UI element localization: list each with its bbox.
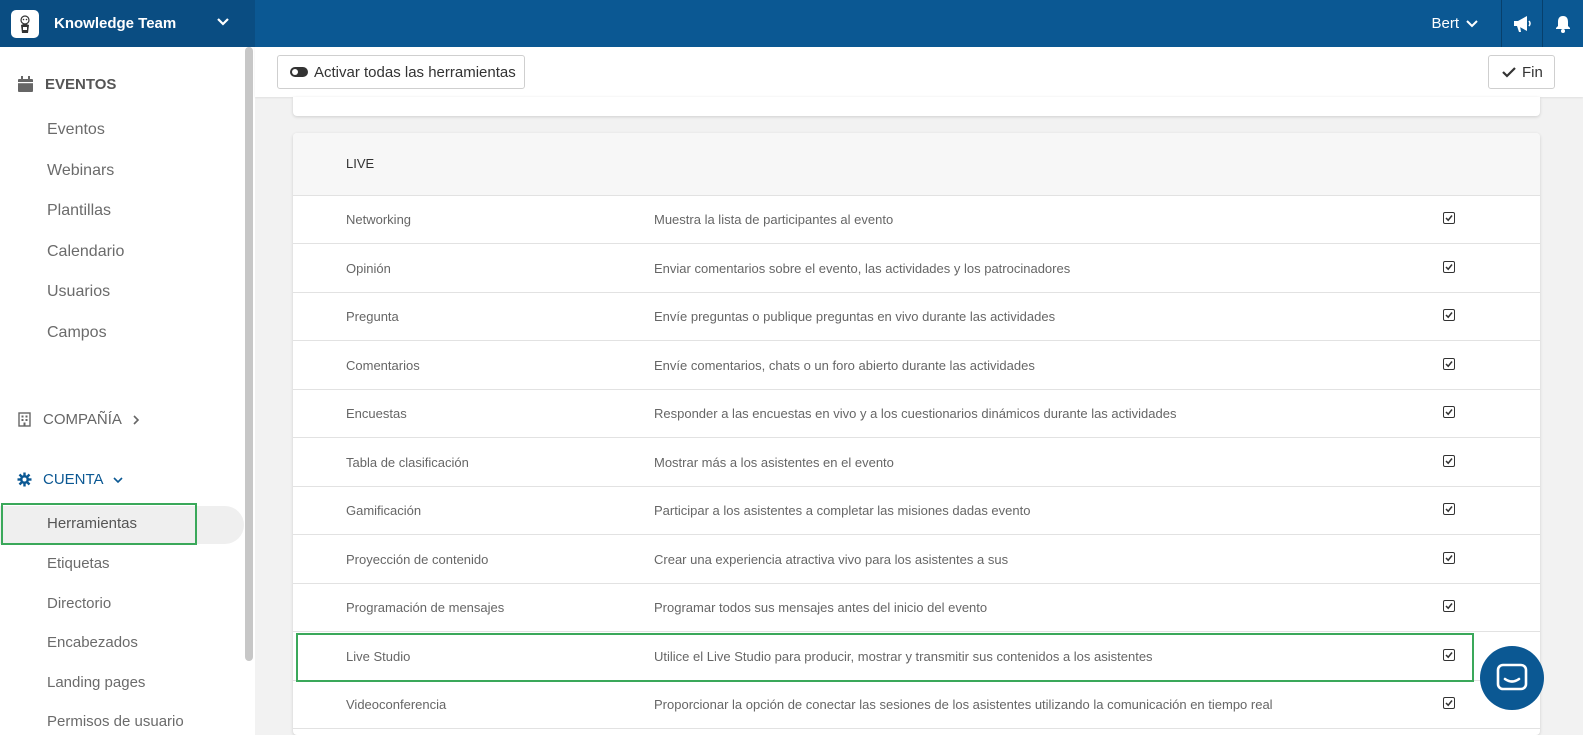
tool-description: Crear una experiencia atractiva vivo par… bbox=[654, 551, 1009, 567]
tool-row: Opinión Enviar comentarios sobre el event… bbox=[293, 245, 1540, 293]
chevron-down-icon bbox=[1466, 19, 1478, 27]
sidebar-item-permisos[interactable]: Permisos de usuario bbox=[47, 713, 184, 730]
team-switcher[interactable]: Knowledge Team bbox=[0, 0, 255, 47]
tool-description: Responder a las encuestas en vivo y a lo… bbox=[654, 406, 1177, 421]
tool-name: Programación de mensajes bbox=[346, 600, 505, 615]
fin-button[interactable]: Fin bbox=[1488, 55, 1555, 89]
section-title: LIVE bbox=[346, 156, 375, 171]
user-name: Bert bbox=[1431, 15, 1459, 32]
building-icon bbox=[18, 412, 31, 427]
calendar-icon bbox=[18, 76, 33, 92]
fin-label: Fin bbox=[1522, 63, 1543, 81]
sidebar-item-calendario[interactable]: Calendario bbox=[47, 243, 124, 261]
tool-description: Proporcionar la opción de conectar las s… bbox=[654, 697, 1273, 712]
tool-row: Pregunta Envíe preguntas o publique pregu… bbox=[293, 293, 1540, 341]
tool-row: Videoconferencia Proporcionar la opción d… bbox=[293, 681, 1540, 729]
activate-all-button[interactable]: Activar todas las herramientas bbox=[277, 55, 525, 89]
chevron-right-icon bbox=[133, 414, 140, 425]
user-menu[interactable]: Bert bbox=[1431, 0, 1502, 47]
sidebar-section-cuenta[interactable]: CUENTA bbox=[17, 471, 124, 488]
tool-checkbox[interactable] bbox=[1443, 212, 1455, 224]
tool-name: Encuestas bbox=[346, 406, 407, 421]
sidebar-item-plantillas[interactable]: Plantillas bbox=[47, 202, 111, 220]
logo-icon bbox=[11, 9, 39, 38]
sidebar-item-encabezados[interactable]: Encabezados bbox=[47, 634, 138, 651]
section-header: LIVE bbox=[293, 133, 1540, 196]
tool-name: Proyección de contenido bbox=[346, 551, 489, 567]
tool-name: Networking bbox=[346, 212, 412, 227]
toolbar: Activar todas las herramientas Fin bbox=[255, 47, 1583, 97]
chat-icon bbox=[1496, 663, 1528, 691]
tool-description: Muestra la lista de participantes al eve… bbox=[654, 212, 894, 227]
toggle-icon bbox=[290, 67, 308, 77]
tool-checkbox[interactable] bbox=[1443, 309, 1455, 321]
tool-row: Programación de mensajes Programar todos … bbox=[293, 584, 1540, 632]
tool-row: Proyección de contenido Crear una experie… bbox=[293, 536, 1540, 584]
sidebar-scrollbar[interactable] bbox=[245, 47, 253, 661]
sidebar-item-webinars[interactable]: Webinars bbox=[47, 162, 114, 180]
tool-description: Envíe preguntas o publique preguntas en … bbox=[654, 309, 1056, 324]
previous-section-card bbox=[293, 97, 1540, 116]
tool-name: Gamificación bbox=[346, 503, 422, 518]
bell-icon[interactable] bbox=[1543, 0, 1583, 47]
sidebar-section-eventos[interactable]: EVENTOS bbox=[17, 76, 116, 93]
sidebar-header-compania: COMPAÑÍA bbox=[43, 411, 122, 428]
tool-name: Opinión bbox=[346, 260, 391, 276]
tool-checkbox[interactable] bbox=[1443, 503, 1455, 515]
tool-checkbox[interactable] bbox=[1443, 697, 1455, 709]
chevron-down-icon[interactable] bbox=[215, 14, 231, 35]
tool-checkbox[interactable] bbox=[1443, 260, 1455, 273]
tool-row: Encuestas Responder a las encuestas en vi… bbox=[293, 390, 1540, 438]
sidebar-header-cuenta: CUENTA bbox=[43, 471, 104, 488]
team-name: Knowledge Team bbox=[54, 15, 177, 32]
check-icon bbox=[1502, 67, 1516, 78]
tool-row: Tabla de clasificación Mostrar más a los … bbox=[293, 439, 1540, 487]
tool-name: Tabla de clasificación bbox=[346, 454, 469, 470]
tool-description: Envíe comentarios, chats o un foro abier… bbox=[654, 357, 1035, 373]
highlight-herramientas bbox=[1, 503, 197, 545]
sidebar-header-eventos: EVENTOS bbox=[45, 76, 117, 93]
tool-description: Enviar comentarios sobre el evento, las … bbox=[654, 260, 1071, 276]
tool-row: Networking Muestra la lista de participan… bbox=[293, 196, 1540, 244]
top-bar: Knowledge Team Bert bbox=[0, 0, 1583, 47]
tool-row: Comentarios Envíe comentarios, chats o un… bbox=[293, 342, 1540, 390]
user-area: Bert bbox=[1431, 0, 1583, 47]
tool-description: Programar todos sus mensajes antes del i… bbox=[654, 600, 988, 615]
highlight-live-studio bbox=[296, 633, 1474, 682]
sidebar-section-compania[interactable]: COMPAÑÍA bbox=[18, 411, 142, 428]
chat-launcher[interactable] bbox=[1480, 646, 1544, 710]
sidebar-item-landing-pages[interactable]: Landing pages bbox=[47, 674, 145, 691]
tool-description: Participar a los asistentes a completar … bbox=[654, 503, 1031, 518]
tool-name: Comentarios bbox=[346, 357, 420, 373]
tool-row: Gamificación Participar a los asistentes … bbox=[293, 487, 1540, 535]
tool-name: Videoconferencia bbox=[346, 697, 447, 712]
sidebar-item-etiquetas[interactable]: Etiquetas bbox=[47, 555, 110, 572]
megaphone-icon[interactable] bbox=[1502, 0, 1543, 47]
tool-checkbox[interactable] bbox=[1443, 551, 1455, 564]
gear-icon bbox=[17, 472, 32, 487]
tool-checkbox[interactable] bbox=[1443, 454, 1455, 467]
sidebar-item-directorio[interactable]: Directorio bbox=[47, 595, 111, 612]
tool-checkbox[interactable] bbox=[1443, 357, 1455, 370]
tool-checkbox[interactable] bbox=[1443, 600, 1455, 612]
tool-checkbox[interactable] bbox=[1443, 406, 1455, 418]
sidebar-item-eventos[interactable]: Eventos bbox=[47, 121, 105, 139]
activate-all-label: Activar todas las herramientas bbox=[314, 63, 516, 81]
tool-description: Mostrar más a los asistentes en el event… bbox=[654, 454, 894, 470]
sidebar: EVENTOS Eventos Webinars Plantillas Cale… bbox=[0, 47, 255, 735]
chevron-down-icon bbox=[112, 476, 123, 483]
tool-name: Pregunta bbox=[346, 309, 399, 324]
sidebar-item-campos[interactable]: Campos bbox=[47, 324, 107, 342]
sidebar-item-usuarios[interactable]: Usuarios bbox=[47, 283, 110, 301]
